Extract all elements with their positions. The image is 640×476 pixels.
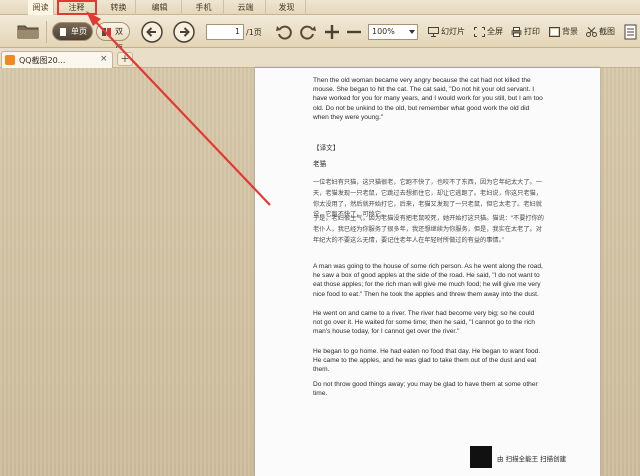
chinese-paragraph-2: 于是，老妇很生气，因为老猫没有把老鼠咬死，她开始打这只猫。猫说：“不要打你的老仆… [313, 215, 544, 244]
toolbar: 单页 双页 1 /1页 100% 幻灯片 全屏 打印 [0, 15, 640, 53]
next-page-icon[interactable] [173, 21, 195, 43]
page-total-label: /1页 [246, 28, 262, 37]
fullscreen-button[interactable]: 全屏 [474, 25, 503, 39]
menu-tab-annotate[interactable]: 注释 [57, 0, 97, 15]
page-number-input[interactable]: 1 [206, 24, 244, 40]
rotate-left-icon[interactable] [275, 23, 293, 41]
menu-tab-edit[interactable]: 编辑 [138, 0, 182, 15]
screenshot-button[interactable]: 截图 [586, 25, 615, 39]
qr-code-icon [470, 446, 492, 468]
paragraph-2: A man was going to the house of some ric… [313, 263, 543, 298]
printer-icon [511, 27, 522, 37]
single-page-button[interactable]: 单页 [52, 22, 93, 41]
menu-tab-read[interactable]: 阅读 [28, 0, 54, 15]
open-folder-icon[interactable] [17, 23, 39, 39]
double-page-button[interactable]: 双页 [96, 22, 130, 53]
document-tab-label: QQ截图20... [19, 56, 66, 65]
chevron-down-icon [409, 30, 415, 34]
document-workspace: Then the old woman became very angry bec… [0, 68, 640, 476]
more-tools-icon[interactable] [624, 23, 638, 41]
new-tab-button[interactable]: + [117, 52, 133, 66]
double-page-icon [102, 28, 111, 36]
fullscreen-icon [474, 27, 485, 37]
slideshow-icon [428, 27, 439, 37]
print-button[interactable]: 打印 [511, 25, 540, 39]
scanner-watermark-text: 由 扫描全能王 扫描创建 [497, 455, 567, 463]
slideshow-label: 幻灯片 [441, 27, 465, 36]
scissors-icon [586, 27, 597, 37]
single-page-label: 单页 [71, 27, 87, 36]
background-label: 背景 [562, 27, 578, 36]
slideshow-button[interactable]: 幻灯片 [428, 25, 465, 39]
toolbar-divider [46, 21, 47, 43]
paragraph-5: Do not throw good things away; you may b… [313, 381, 538, 398]
menu-tab-mobile[interactable]: 手机 [184, 0, 224, 15]
qq-image-icon [5, 55, 15, 65]
paragraph-3: He went on and came to a river. The rive… [313, 310, 535, 336]
document-tab-strip: QQ截图20... × + [0, 48, 640, 68]
background-button[interactable]: 背景 [549, 25, 578, 39]
menu-tab-cloud[interactable]: 云端 [226, 0, 266, 15]
background-icon [549, 27, 560, 37]
zoom-select[interactable]: 100% [368, 24, 418, 40]
translation-heading: 【译文】 [313, 144, 340, 152]
paragraph-1: Then the old woman became very angry bec… [313, 77, 543, 121]
zoom-value: 100% [372, 27, 395, 36]
menu-tab-convert[interactable]: 转换 [102, 0, 136, 15]
chinese-title: 老猫 [313, 160, 327, 168]
print-label: 打印 [524, 27, 540, 36]
previous-page-icon[interactable] [141, 21, 163, 43]
paragraph-4: He began to go home. He had eaten no foo… [313, 348, 541, 374]
menu-tab-discover[interactable]: 发现 [268, 0, 306, 15]
single-page-icon [60, 28, 66, 36]
close-icon[interactable]: × [100, 54, 108, 64]
rotate-right-icon[interactable] [299, 23, 317, 41]
fullscreen-label: 全屏 [487, 27, 503, 36]
document-page: Then the old woman became very angry bec… [255, 68, 600, 476]
menu-bar: 阅读 注释 转换 编辑 手机 云端 发现 [0, 0, 640, 15]
zoom-in-icon[interactable] [323, 23, 341, 41]
document-tab[interactable]: QQ截图20... × [1, 51, 113, 68]
zoom-out-icon[interactable] [345, 23, 363, 41]
screenshot-label: 截图 [599, 27, 615, 36]
